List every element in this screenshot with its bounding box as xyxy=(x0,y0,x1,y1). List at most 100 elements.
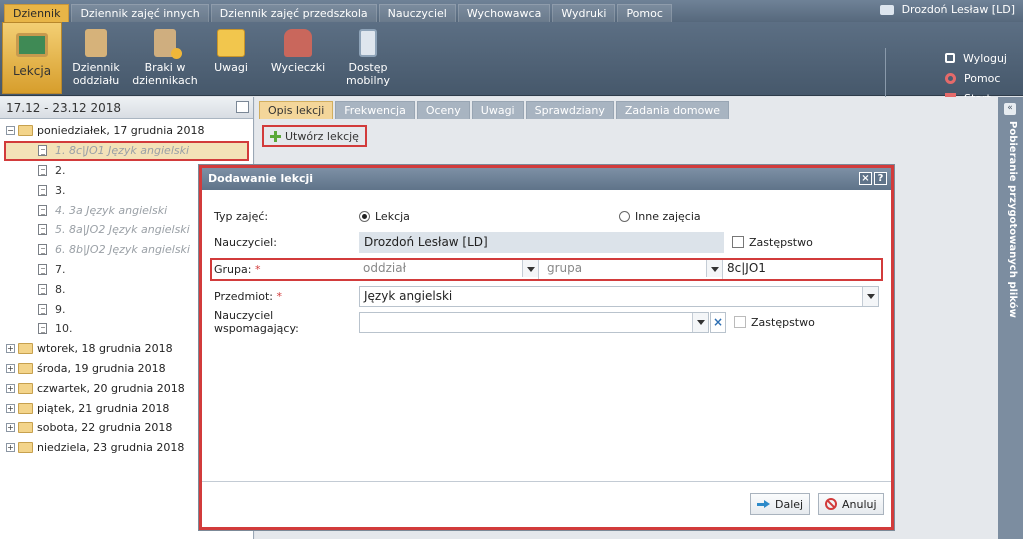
help-icon[interactable]: ? xyxy=(874,172,887,185)
ribbon-separator xyxy=(885,48,886,104)
downloads-strip: « Pobieranie przygotowanych plików xyxy=(998,97,1023,539)
checkbox-icon xyxy=(732,236,744,248)
collapse-panel-icon[interactable] xyxy=(236,101,249,113)
menu-wychowawca[interactable]: Wychowawca xyxy=(457,4,551,22)
create-lesson-label: Utwórz lekcję xyxy=(285,129,359,143)
chevron-down-icon[interactable] xyxy=(706,260,722,277)
typ-zajec-label: Typ zajęć: xyxy=(214,209,269,223)
downloads-label[interactable]: Pobieranie przygotowanych plików xyxy=(1002,121,1018,321)
dialog-title-bar: Dodawanie lekcji × ? xyxy=(202,168,891,190)
dziennik-oddzialu-button[interactable]: Dziennik oddziału xyxy=(66,22,126,94)
folder-icon xyxy=(18,382,33,394)
grupa-value: 8c|JO1 xyxy=(723,260,863,279)
uwagi-label: Uwagi xyxy=(214,61,248,74)
dialog-title-buttons: × ? xyxy=(859,172,887,185)
menu-nauczyciel[interactable]: Nauczyciel xyxy=(378,4,456,22)
menu-pomoc[interactable]: Pomoc xyxy=(617,4,672,22)
document-icon xyxy=(38,323,47,335)
expand-strip-icon[interactable]: « xyxy=(1004,103,1016,115)
chevron-down-icon[interactable] xyxy=(522,260,538,277)
chevron-down-icon[interactable] xyxy=(692,312,708,332)
document-icon xyxy=(38,164,47,176)
przedmiot-select[interactable]: Język angielski xyxy=(359,285,879,307)
przedmiot-label: Przedmiot: * xyxy=(214,289,283,303)
menu-wydruki[interactable]: Wydruki xyxy=(552,4,616,22)
tab-sprawdziany[interactable]: Sprawdziany xyxy=(525,101,614,119)
collapse-icon[interactable]: − xyxy=(6,126,15,136)
expand-icon[interactable]: + xyxy=(6,423,15,433)
uwagi-button[interactable]: Uwagi xyxy=(204,22,258,94)
menu-dziennik[interactable]: Dziennik xyxy=(4,4,70,22)
lekcja-label: Lekcja xyxy=(12,64,52,78)
tab-oceny[interactable]: Oceny xyxy=(416,101,470,119)
przedmiot-row: Przedmiot: * Język angielski xyxy=(214,285,879,307)
radio-lekcja[interactable]: Lekcja xyxy=(359,210,619,223)
dialog-footer: Dalej Anuluj xyxy=(202,482,891,527)
tab-zadania-domowe[interactable]: Zadania domowe xyxy=(615,101,730,119)
dialog-body: Typ zajęć: Lekcja Inne zajęcia Nauczycie… xyxy=(202,190,891,482)
typ-zajec-row: Typ zajęć: Lekcja Inne zajęcia xyxy=(214,205,879,227)
create-lesson-button[interactable]: Utwórz lekcję xyxy=(262,125,367,147)
clear-icon[interactable]: × xyxy=(710,311,726,333)
mobile-icon xyxy=(359,29,377,57)
arrow-right-icon xyxy=(757,499,770,509)
lesson-tabs: Opis lekcji Frekwencja Oceny Uwagi Spraw… xyxy=(259,101,730,119)
menu-dziennik-zajec-innych[interactable]: Dziennik zajęć innych xyxy=(71,4,209,22)
nauczyciel-row: Nauczyciel: Drozdoń Lesław [LD] Zastępst… xyxy=(214,231,879,253)
book-icon xyxy=(85,29,107,57)
book-warning-icon xyxy=(154,29,182,59)
document-icon xyxy=(38,145,47,157)
tab-opis-lekcji[interactable]: Opis lekcji xyxy=(259,101,334,119)
tab-frekwencja[interactable]: Frekwencja xyxy=(335,101,415,119)
radio-inne-zajecia[interactable]: Inne zajęcia xyxy=(619,210,701,223)
document-icon xyxy=(38,244,47,256)
cancel-icon xyxy=(825,498,837,510)
folder-icon xyxy=(18,343,33,355)
user-area: Drozdoń Lesław [LD] xyxy=(879,3,1015,16)
expand-icon[interactable]: + xyxy=(6,344,15,354)
cancel-button[interactable]: Anuluj xyxy=(818,493,884,515)
document-icon xyxy=(38,224,47,236)
expand-icon[interactable]: + xyxy=(6,383,15,393)
chevron-down-icon[interactable] xyxy=(862,286,878,306)
tree-lesson-selected[interactable]: 1. 8c|JO1 Język angielski xyxy=(4,140,249,161)
backpack-icon xyxy=(284,29,312,57)
wspomagajacy-row: Nauczyciel wspomagający: × Zastępstwo xyxy=(214,309,879,335)
note-warning-icon xyxy=(217,29,245,57)
wycieczki-button[interactable]: Wycieczki xyxy=(266,22,330,94)
expand-icon[interactable]: + xyxy=(6,443,15,453)
zastepstwo-checkbox[interactable]: Zastępstwo xyxy=(732,236,813,249)
radio-checked-icon xyxy=(359,210,370,222)
date-range-header: 17.12 - 23.12 2018 xyxy=(0,97,253,119)
tab-uwagi[interactable]: Uwagi xyxy=(471,101,524,119)
dostep-mobilny-button[interactable]: Dostęp mobilny xyxy=(338,22,398,94)
lekcja-button[interactable]: Lekcja xyxy=(2,22,62,94)
add-lesson-dialog: Dodawanie lekcji × ? Typ zajęć: Lekcja I… xyxy=(199,165,894,530)
checkbox-icon xyxy=(734,316,746,328)
expand-icon[interactable]: + xyxy=(6,403,15,413)
nauczyciel-label: Nauczyciel: xyxy=(214,235,277,249)
plus-icon xyxy=(270,130,281,142)
grupa-label: Grupa: * xyxy=(214,263,261,276)
wyloguj-link[interactable]: Wyloguj xyxy=(945,48,1007,68)
wspomagajacy-label: Nauczyciel wspomagający: xyxy=(214,309,299,335)
oddzial-select[interactable]: oddział xyxy=(359,260,539,279)
lock-icon xyxy=(945,53,955,63)
document-icon xyxy=(38,204,47,216)
chat-icon[interactable] xyxy=(879,4,894,15)
braki-label: Braki w dziennikach xyxy=(132,61,198,87)
next-button[interactable]: Dalej xyxy=(750,493,811,515)
menu-dziennik-przedszkola[interactable]: Dziennik zajęć przedszkola xyxy=(210,4,377,22)
grupa-select[interactable]: grupa xyxy=(543,260,723,279)
document-icon xyxy=(38,184,47,196)
radio-unchecked-icon xyxy=(619,210,630,222)
expand-icon[interactable]: + xyxy=(6,363,15,373)
braki-button[interactable]: Braki w dziennikach xyxy=(132,22,198,94)
wspomagajacy-select[interactable] xyxy=(359,311,709,333)
zastepstwo-wspomagajacy-checkbox[interactable]: Zastępstwo xyxy=(734,316,815,329)
pomoc-link[interactable]: Pomoc xyxy=(945,68,1007,88)
tree-day-open[interactable]: − poniedziałek, 17 grudnia 2018 xyxy=(0,121,253,141)
dostep-mobilny-label: Dostęp mobilny xyxy=(345,61,391,87)
dziennik-oddzialu-label: Dziennik oddziału xyxy=(72,61,120,87)
close-icon[interactable]: × xyxy=(859,172,872,185)
